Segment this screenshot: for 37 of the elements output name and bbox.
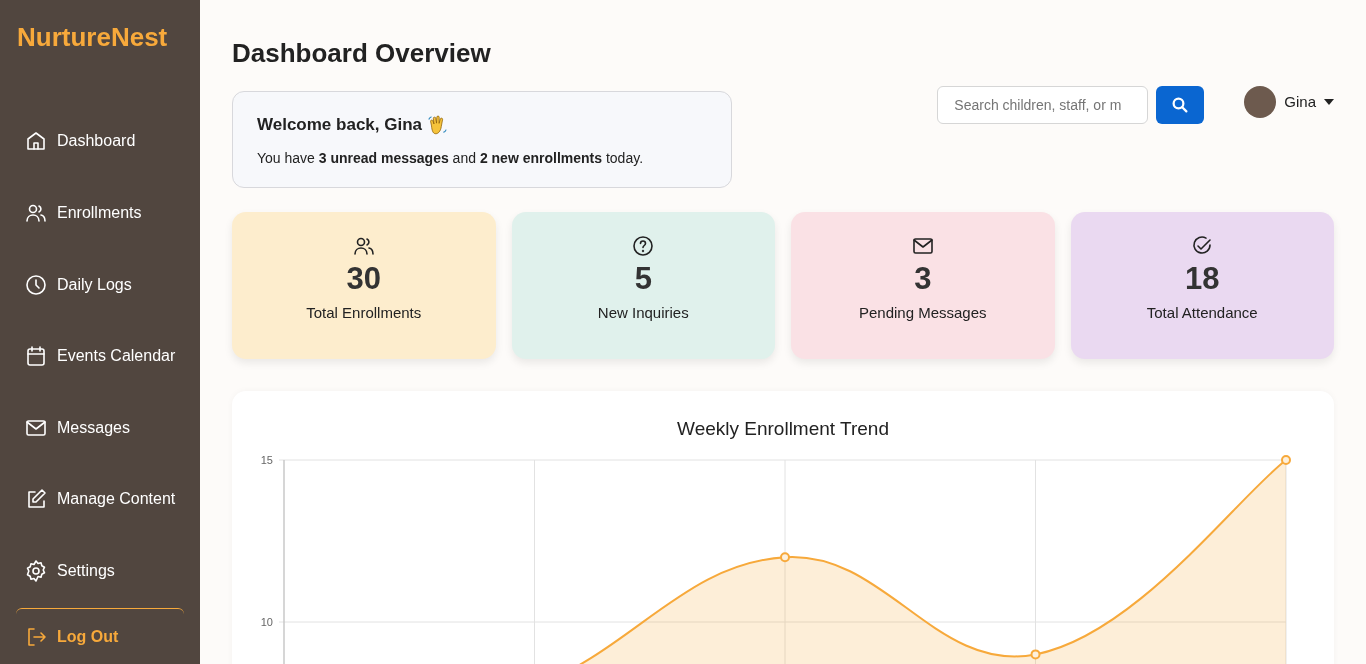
stat-label: Total Enrollments (305, 303, 423, 324)
caret-icon (1324, 99, 1334, 105)
brand-logo: NurtureNest (16, 21, 169, 54)
y-tick-label: 15 (260, 454, 273, 466)
user-menu[interactable]: Gina (1244, 86, 1334, 118)
stat-value: 5 (633, 262, 653, 297)
y-tick-label: 10 (260, 616, 273, 628)
stat-value: 3 (913, 262, 933, 297)
avatar (1244, 86, 1277, 118)
stat-label: New Inquiries (596, 303, 690, 324)
data-point (1281, 455, 1291, 465)
search-button[interactable] (1156, 86, 1205, 124)
nav-link[interactable]: Dashboard (0, 105, 200, 178)
settings-icon (24, 558, 48, 583)
nav-link[interactable]: Daily Logs (0, 248, 200, 321)
clock-icon (24, 272, 48, 297)
stat-label: Total Attendance (1145, 303, 1259, 324)
logout-link[interactable]: Log Out (16, 608, 184, 664)
chart-title: Weekly Enrollment Trend (676, 416, 890, 441)
nav-link[interactable]: Messages (0, 391, 200, 464)
search-field[interactable]: Search children, staff, or m (937, 86, 1149, 124)
question-icon (631, 234, 656, 259)
waving-hand-icon (426, 113, 449, 136)
nav-link[interactable]: Manage Content (0, 463, 200, 535)
page-title: Dashboard Overview (232, 37, 492, 70)
stat-value: 18 (1184, 262, 1221, 297)
stat-label: Pending Messages (857, 303, 988, 324)
stat-value: 30 (345, 262, 382, 297)
nav-link[interactable]: Events Calendar (0, 320, 200, 392)
nav-link[interactable]: Settings (0, 534, 200, 607)
data-point (780, 552, 790, 563)
welcome-message: You have 3 unread messages and 2 new enrollments today. (257, 148, 645, 168)
nav-link[interactable]: Enrollments (0, 177, 200, 249)
data-point (1030, 649, 1041, 660)
welcome-title: Welcome back, Gina (257, 114, 423, 136)
calendar-icon (24, 344, 48, 369)
search-icon (1171, 96, 1190, 114)
